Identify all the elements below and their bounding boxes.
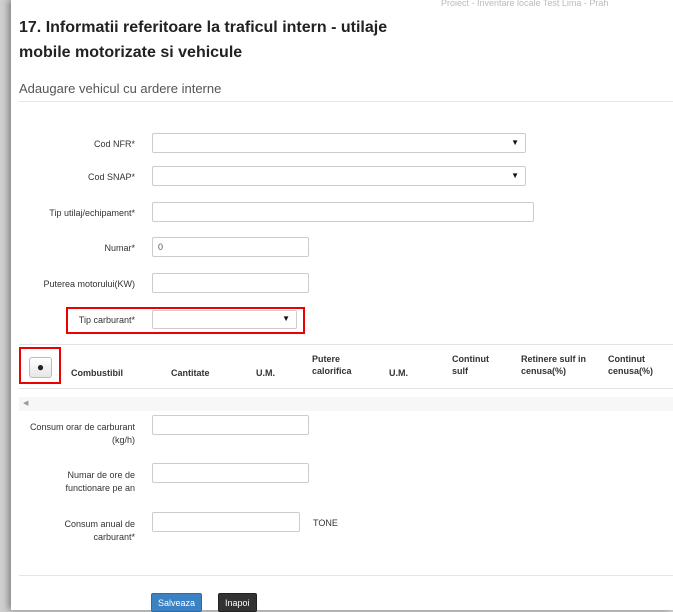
- save-button[interactable]: Salveaza: [151, 593, 203, 612]
- col-um-2: U.M.: [389, 368, 408, 378]
- chevron-down-icon: ▼: [282, 314, 290, 323]
- puterea-label: Puterea motorului(KW): [43, 279, 135, 289]
- col-putere-calorifica: Putere calorifica: [312, 354, 352, 376]
- scroll-left-icon[interactable]: ◀: [23, 399, 28, 407]
- col-retinere-sulf: Retinere sulf in cenusa(%): [521, 354, 587, 376]
- numar-input[interactable]: 0: [152, 237, 309, 257]
- puterea-input[interactable]: [152, 273, 309, 293]
- cod-nfr-select[interactable]: ▼: [152, 133, 526, 153]
- tip-carburant-label: Tip carburant*: [78, 315, 135, 325]
- cod-nfr-label: Cod NFR*: [93, 139, 135, 149]
- page-title-line2: mobile motorizate si vehicule: [19, 44, 243, 61]
- cod-snap-label: Cod SNAP*: [87, 172, 135, 182]
- page: Proiect - Inventare locale Test Lima - P…: [11, 0, 673, 612]
- page-header-fragment: Proiect - Inventare locale Test Lima - P…: [441, 0, 609, 8]
- col-combustibil: Combustibil: [71, 368, 123, 378]
- tip-utilaj-input[interactable]: [152, 202, 534, 222]
- col-continut-cenusa: Continut cenusa(%): [608, 354, 654, 376]
- form-subtitle: Adaugare vehicul cu ardere interne: [19, 81, 222, 96]
- divider: [19, 575, 673, 576]
- consum-anual-label: Consum anual de carburant*: [64, 519, 135, 542]
- divider: [19, 101, 673, 102]
- numar-ore-input[interactable]: [152, 463, 309, 483]
- chevron-down-icon: ▼: [511, 138, 519, 147]
- chevron-down-icon: ▼: [511, 171, 519, 180]
- back-button[interactable]: Inapoi: [218, 593, 257, 612]
- consum-orar-label: Consum orar de carburant (kg/h): [29, 422, 135, 445]
- numar-label: Numar*: [104, 243, 135, 253]
- col-continut-sulf: Continut sulf: [452, 354, 489, 376]
- page-title-line1: 17. Informatii referitoare la traficul i…: [19, 19, 388, 36]
- tip-carburant-select[interactable]: ▼: [152, 310, 297, 329]
- col-cantitate: Cantitate: [171, 368, 210, 378]
- col-um: U.M.: [256, 368, 275, 378]
- numar-ore-label: Numar de ore de functionare pe an: [65, 470, 135, 493]
- table-header: Combustibil Cantitate U.M. Putere calori…: [19, 344, 673, 389]
- consum-anual-unit: TONE: [313, 518, 338, 528]
- add-row-button[interactable]: ●: [29, 357, 52, 378]
- consum-orar-input[interactable]: [152, 415, 309, 435]
- consum-anual-input[interactable]: [152, 512, 300, 532]
- plus-circle-icon: ●: [36, 360, 45, 374]
- cod-snap-select[interactable]: ▼: [152, 166, 526, 186]
- tip-utilaj-label: Tip utilaj/echipament*: [49, 208, 135, 218]
- horizontal-scrollbar[interactable]: ◀: [19, 397, 673, 411]
